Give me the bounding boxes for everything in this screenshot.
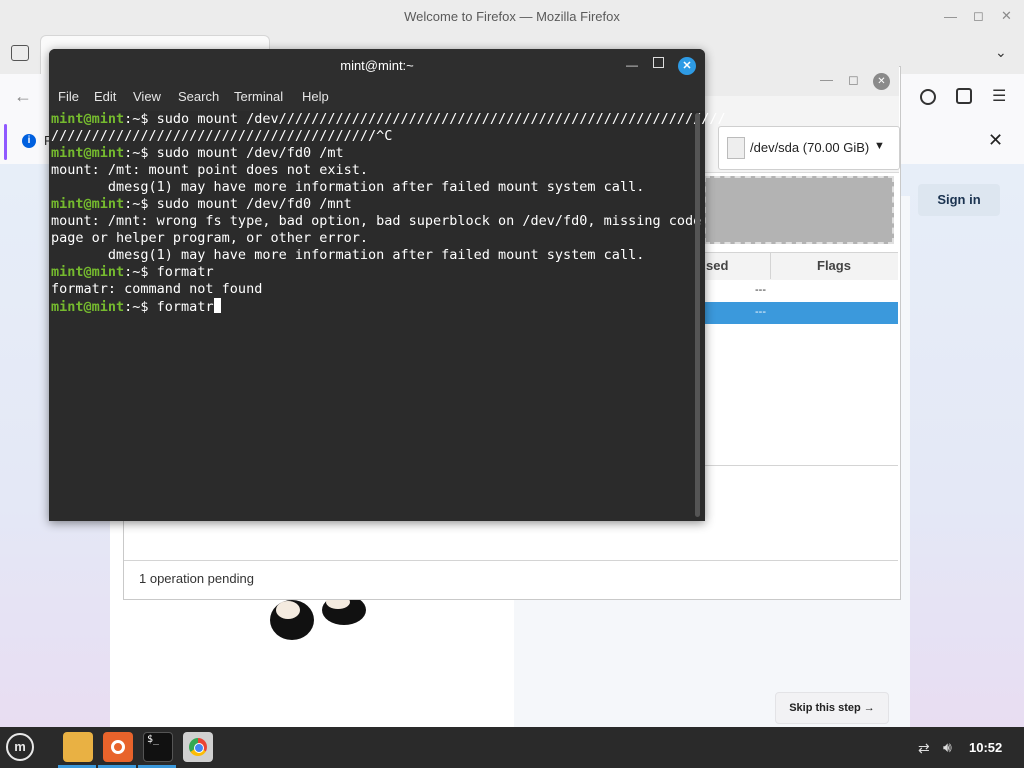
prompt-user: mint@mint <box>51 111 125 127</box>
menu-help[interactable]: Help <box>302 89 329 104</box>
command-text: sudo mount /dev/fd0 /mnt <box>148 196 352 212</box>
menu-view[interactable]: View <box>133 89 161 104</box>
close-icon[interactable]: ✕ <box>1001 8 1012 24</box>
terminal-output-line: mount: /mt: mount point does not exist. <box>51 162 368 178</box>
operations-status: 1 operation pending <box>139 571 254 586</box>
extensions-icon[interactable] <box>956 88 972 104</box>
dropdown-arrow-icon: ▼ <box>874 140 885 152</box>
clock[interactable]: 10:52 <box>969 740 1002 755</box>
network-icon[interactable]: ⇄ <box>918 740 930 757</box>
menu-edit[interactable]: Edit <box>94 89 116 104</box>
tab-overview-icon[interactable] <box>11 45 29 61</box>
table-bottom-border <box>704 465 898 466</box>
command-text: sudo mount /dev/fd0 /mt <box>148 145 344 161</box>
terminal-command-line: mint@mint:~$ sudo mount /dev////////////… <box>51 111 726 128</box>
prompt-user: mint@mint <box>51 299 125 315</box>
maximize-icon[interactable]: ◻ <box>973 8 984 24</box>
command-text: sudo mount /dev/////////////////////////… <box>148 111 726 127</box>
prompt-path: :~$ <box>124 264 149 280</box>
hamburger-menu-icon[interactable]: ☰ <box>992 86 1006 106</box>
terminal-output-line: dmesg(1) may have more information after… <box>51 179 645 195</box>
terminal-maximize-icon[interactable] <box>653 57 664 68</box>
gparted-close-icon[interactable]: ✕ <box>873 73 890 90</box>
table-row-selected[interactable] <box>704 302 898 324</box>
prompt-user: mint@mint <box>51 145 125 161</box>
chevron-down-icon[interactable]: ⌄ <box>995 44 1007 61</box>
terminal-cursor <box>213 298 221 313</box>
terminal-minimize-icon[interactable]: — <box>626 58 638 72</box>
terminal-command-line: mint@mint:~$ formatr <box>51 264 691 281</box>
gparted-minimize-icon[interactable]: — <box>820 72 833 87</box>
column-flags[interactable]: Flags <box>817 258 851 273</box>
menu-file[interactable]: File <box>58 89 79 104</box>
volume-icon[interactable]: 🔊︎ <box>943 739 952 756</box>
gparted-titlebar <box>704 66 899 96</box>
disk-icon <box>727 137 745 159</box>
terminal-output[interactable]: mint@mint:~$ sudo mount /dev////////////… <box>51 111 726 316</box>
prompt-user: mint@mint <box>51 264 125 280</box>
table-row[interactable] <box>704 280 898 302</box>
terminal-command-line: mint@mint:~$ sudo mount /dev/fd0 /mnt <box>51 196 691 213</box>
row-flags: --- <box>755 284 766 296</box>
row-flags: --- <box>755 306 766 318</box>
prompt-path: :~$ <box>124 145 149 161</box>
skip-step-button[interactable]: Skip this step → <box>775 692 889 724</box>
statusbar-separator <box>124 560 898 561</box>
device-label: /dev/sda (70.00 GiB) <box>750 140 870 155</box>
minimize-icon[interactable]: — <box>944 9 957 24</box>
column-divider <box>770 252 771 279</box>
partition-table-header <box>704 252 898 281</box>
terminal-command-line: mint@mint:~$ sudo mount /dev/fd0 /mt <box>51 145 691 162</box>
terminal-output-line: formatr: command not found <box>51 281 263 297</box>
notification-accent <box>4 124 7 160</box>
prompt-path: :~$ <box>124 299 149 315</box>
partition-graph[interactable] <box>704 176 894 244</box>
terminal-output-line: page or helper program, or other error. <box>51 230 368 246</box>
terminal-output-line: mount: /mnt: wrong fs type, bad option, … <box>51 213 702 229</box>
terminal-scrollbar[interactable] <box>695 113 700 517</box>
menu-search[interactable]: Search <box>178 89 219 104</box>
files-icon[interactable] <box>63 732 93 762</box>
prompt-path: :~$ <box>124 196 149 212</box>
info-icon: i <box>22 134 36 148</box>
command-text: formatr <box>148 264 214 280</box>
back-icon[interactable]: ← <box>14 86 32 107</box>
menu-icon[interactable]: m <box>6 733 34 761</box>
menu-terminal[interactable]: Terminal <box>234 89 283 104</box>
terminal-icon[interactable]: $_ <box>143 732 173 762</box>
terminal-command-line: mint@mint:~$ formatr <box>51 298 691 316</box>
firefox-icon[interactable] <box>103 732 133 762</box>
gparted-maximize-icon[interactable]: ◻ <box>848 72 859 88</box>
terminal-title: mint@mint:~ <box>340 58 414 73</box>
column-used[interactable]: sed <box>706 258 728 273</box>
prompt-path: :~$ <box>124 111 149 127</box>
terminal-close-icon[interactable]: ✕ <box>678 57 696 75</box>
command-text: formatr <box>148 299 214 315</box>
firefox-window-title: Welcome to Firefox — Mozilla Firefox <box>404 9 620 24</box>
close-notification-icon[interactable]: ✕ <box>988 130 1003 151</box>
chrome-icon[interactable] <box>183 732 213 762</box>
terminal-output-line: ////////////////////////////////////////… <box>51 128 393 144</box>
sign-in-button[interactable]: Sign in <box>918 184 1000 216</box>
account-icon[interactable] <box>920 89 936 105</box>
prompt-user: mint@mint <box>51 196 125 212</box>
terminal-output-line: dmesg(1) may have more information after… <box>51 247 645 263</box>
